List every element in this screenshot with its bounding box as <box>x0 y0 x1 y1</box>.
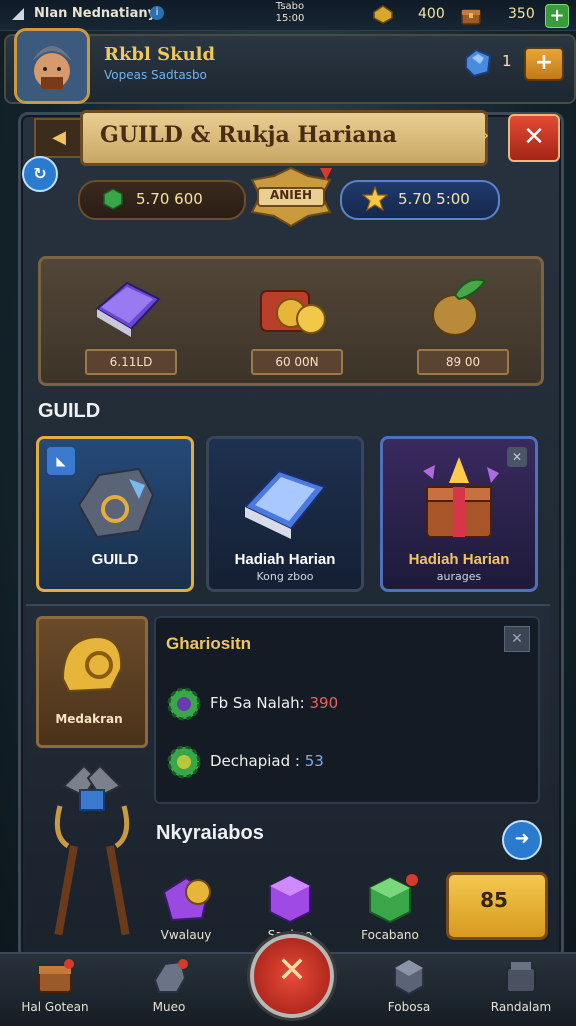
crystal-book-icon <box>95 281 161 337</box>
info-icon[interactable]: i <box>150 6 164 20</box>
gift-chest-icon <box>423 457 499 538</box>
purple-gem-icon <box>162 876 211 922</box>
reward-label: 89 00 <box>417 349 509 375</box>
reward-item[interactable]: 6.11LD <box>55 259 195 383</box>
stat-row: Dechapiad : 53 <box>166 744 526 780</box>
green-cube-icon <box>369 874 418 924</box>
shop-item[interactable]: Focabano <box>340 866 440 946</box>
nav-label: Fobosa <box>387 1000 431 1014</box>
gold-count: 400 <box>418 6 445 22</box>
card-title: Hadiah Harian <box>408 551 510 568</box>
stat-label: Fb Sa Nalah: <box>210 694 310 712</box>
profile-name: Rkbl Skuld <box>104 44 216 65</box>
nav-item-forge[interactable]: Fobosa <box>354 954 464 1024</box>
add-gem-button[interactable]: + <box>524 47 564 81</box>
card-daily-reward[interactable]: Hadiah Harian Kong zboo <box>206 436 364 592</box>
stats-heading: Ghariositn <box>166 634 252 653</box>
player-name: Nlan Nednatiany <box>34 6 157 21</box>
card-daily-chest[interactable]: ✕ Hadiah Harian aurages <box>380 436 538 592</box>
star-icon <box>362 186 388 212</box>
new-items-title: Nkyraiabos <box>156 822 264 844</box>
close-button[interactable]: ✕ <box>508 114 560 162</box>
reward-item[interactable]: 60 00N <box>221 259 361 383</box>
green-gear-icon <box>167 687 201 721</box>
helmet-slot[interactable] <box>36 616 148 748</box>
card-guild[interactable]: ◣ GUILD <box>36 436 194 592</box>
reward-label: 6.11LD <box>85 349 177 375</box>
status-bar: Nlan Nednatiany i Tsabo 15:00 400 350 + <box>0 0 576 31</box>
panel-title: GUILD & Rukja Harianа <box>100 122 397 148</box>
nav-item-heroes[interactable]: Mueo <box>114 954 224 1024</box>
signal-icon <box>12 8 24 20</box>
golden-helmet-icon <box>61 635 123 693</box>
avatar[interactable] <box>14 28 90 104</box>
profile-subtitle: Vopeas Sadtasbo <box>104 68 207 82</box>
stat-value: 53 <box>304 752 324 770</box>
profile-gem-count: 1 <box>502 52 512 70</box>
nav-label: Hal Gotean <box>21 1000 89 1014</box>
seed-icon <box>432 278 487 336</box>
pickaxe-tool-icon <box>54 764 130 936</box>
stat-value: 390 <box>309 694 339 712</box>
next-arrow-icon[interactable]: ➜ <box>502 820 542 860</box>
add-currency-button[interactable]: + <box>545 4 569 28</box>
shop-item[interactable]: Vwalauy <box>136 866 236 946</box>
section-title-guild: GUILD <box>38 400 101 422</box>
currency-left: 5.70 600 <box>78 180 246 220</box>
chest-icon <box>38 959 74 993</box>
crossed-swords-icon: ✕ <box>276 950 308 991</box>
chest-icon <box>461 9 481 25</box>
blue-gem-icon <box>465 48 492 78</box>
reward-item[interactable]: 89 00 <box>387 259 527 383</box>
nav-label: Mueo <box>152 1000 186 1014</box>
card-subtitle: aurages <box>436 570 482 583</box>
currency-right: 5.70 5:00 <box>340 180 500 220</box>
help-icon[interactable]: ↻ <box>22 156 58 192</box>
card-title: GUILD <box>91 551 139 568</box>
green-gem-icon <box>103 188 123 210</box>
currency-right-value: 5.70 5:00 <box>398 190 470 208</box>
prev-arrow-button[interactable]: ◀ <box>34 118 84 158</box>
shop-item-label: Vwalauy <box>160 928 212 942</box>
gold-icon <box>373 5 393 24</box>
next-arrow-button[interactable]: › <box>482 118 504 154</box>
nav-item-shop[interactable]: Randalam <box>466 954 576 1024</box>
armor-icon <box>77 467 155 539</box>
helmet-label: Medakran <box>55 712 123 726</box>
rewards-bar: 6.11LD 60 00N 89 00 <box>38 256 544 386</box>
shop-item-label: Focabano <box>361 928 419 942</box>
armor-icon <box>153 959 188 993</box>
clock: Tsabo 15:00 <box>275 1 305 24</box>
stat-row: Fb Sa Nalah: 390 <box>166 686 526 722</box>
buy-button-value: 85 <box>480 888 508 912</box>
cube-icon <box>394 958 424 996</box>
currency-left-value: 5.70 600 <box>136 190 203 208</box>
stat-label: Dechapiad : <box>210 752 305 770</box>
card-title: Hadiah Harian <box>234 551 336 568</box>
nav-item-home[interactable]: Hal Gotean <box>0 954 110 1024</box>
crystal-tome-icon <box>243 469 327 539</box>
nav-label: Randalam <box>490 1000 552 1014</box>
reward-label: 60 00N <box>251 349 343 375</box>
coins-icon <box>260 290 326 334</box>
close-small-icon[interactable]: ✕ <box>507 447 527 467</box>
card-subtitle: Kong zboo <box>256 570 314 583</box>
shop-icon <box>506 962 536 993</box>
purple-cube-icon <box>269 874 311 924</box>
rank-badge-label: ANIEH <box>269 188 313 202</box>
warrior-portrait-icon <box>17 31 87 101</box>
gem-count: 350 <box>508 6 535 22</box>
green-gear-icon <box>167 745 201 779</box>
stats-close-icon[interactable]: ✕ <box>504 626 530 652</box>
